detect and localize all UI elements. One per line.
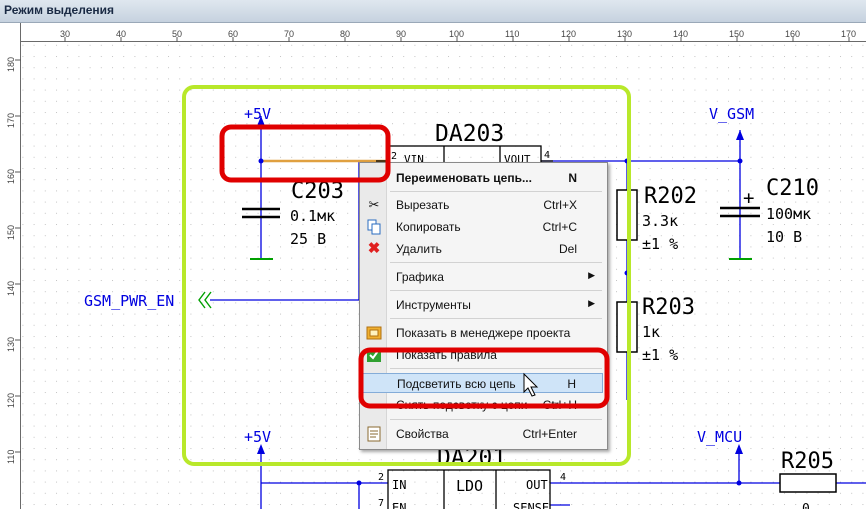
menu-separator [390, 191, 602, 192]
c203-voltage: 25 В [290, 230, 326, 248]
da201-type: LDO [456, 477, 483, 495]
net-label-v-gsm: V_GSM [709, 105, 754, 123]
da201-pin-out-num: 4 [560, 472, 566, 483]
menu-item-delete[interactable]: ✖ Удалить Del [362, 239, 603, 259]
resistor-r205[interactable] [779, 473, 837, 493]
da203-pin-in-num: 2 [391, 151, 397, 162]
submenu-arrow-icon: ▶ [588, 270, 595, 280]
menu-item-copy[interactable]: Копировать Ctrl+C [362, 217, 603, 237]
submenu-arrow-icon: ▶ [588, 298, 595, 308]
menu-item-properties[interactable]: Свойства Ctrl+Enter [362, 424, 603, 444]
menu-item-show-in-project-manager[interactable]: Показать в менеджере проекта [362, 323, 603, 343]
net-label-gsm-pwr-en: GSM_PWR_EN [84, 292, 174, 310]
da201-pin-in: IN [392, 478, 406, 492]
context-menu: Переименовать цепь... N ✂ Вырезать Ctrl+… [359, 162, 608, 450]
menu-separator [390, 368, 602, 369]
net-label-5v-bottom: +5V [244, 428, 271, 446]
menu-separator [390, 262, 602, 263]
project-manager-icon [366, 325, 382, 341]
da203-ref: DA203 [435, 121, 504, 147]
menu-item-tools[interactable]: Инструменты ▶ [362, 295, 603, 315]
da201-pin-en-num: 7 [378, 498, 384, 509]
copy-icon [366, 219, 382, 235]
r205-value: 0 [802, 502, 810, 509]
menu-item-clear-highlight[interactable]: Снять подсветку с цепи Ctrl+H [362, 395, 603, 415]
c203-ref: C203 [291, 179, 344, 204]
da201-pin-in-num: 2 [378, 472, 384, 483]
da203-pin-out-num: 4 [544, 150, 550, 161]
menu-item-cut[interactable]: ✂ Вырезать Ctrl+X [362, 195, 603, 215]
r203-ref: R203 [642, 295, 695, 320]
c203-value: 0.1мк [290, 207, 335, 225]
r203-tolerance: ±1 % [642, 346, 678, 364]
menu-item-show-rules[interactable]: Показать правила [362, 345, 603, 365]
r202-value: 3.3к [642, 212, 678, 230]
r205-ref: R205 [781, 449, 834, 474]
c210-voltage: 10 В [766, 228, 802, 246]
properties-icon [366, 426, 382, 442]
menu-item-highlight-net[interactable]: Подсветить всю цепь H [362, 373, 603, 393]
r202-tolerance: ±1 % [642, 235, 678, 253]
delete-icon: ✖ [367, 240, 381, 257]
net-label-v-mcu: V_MCU [697, 428, 742, 446]
rules-icon [366, 347, 382, 363]
da201-pin-sense: SENSE [513, 501, 549, 509]
r202-ref: R202 [644, 184, 697, 209]
net-label-5v-top: +5V [244, 105, 271, 123]
c210-polarity: + [743, 187, 754, 209]
c210-value: 100мк [766, 205, 811, 223]
menu-separator [390, 419, 602, 420]
da201-pin-out: OUT [526, 478, 548, 492]
r203-value: 1к [642, 323, 660, 341]
menu-separator [390, 318, 602, 319]
menu-item-graphics[interactable]: Графика ▶ [362, 267, 603, 287]
menu-separator [390, 290, 602, 291]
scissors-icon: ✂ [368, 197, 380, 212]
da201-pin-en: EN [392, 501, 406, 509]
menu-item-rename-net[interactable]: Переименовать цепь... N [362, 168, 603, 188]
c210-ref: C210 [766, 176, 819, 201]
